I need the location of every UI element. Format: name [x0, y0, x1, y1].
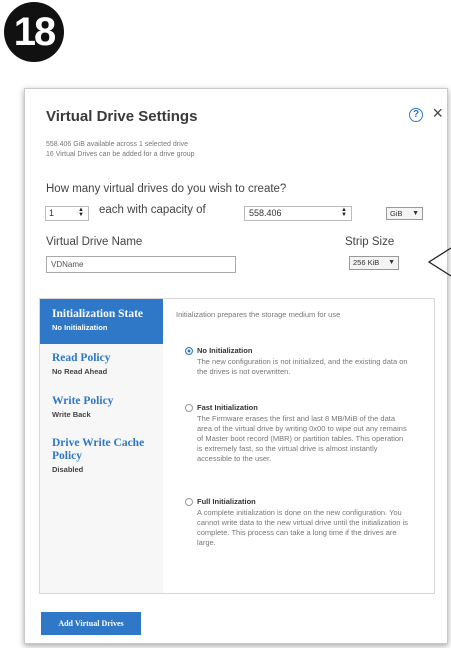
virtual-drive-name-input[interactable]: VDName	[46, 256, 236, 273]
virtual-drive-name-label: Virtual Drive Name	[46, 236, 143, 248]
option-title: Full Initialization	[197, 497, 256, 506]
drive-count-stepper[interactable]: ▲ ▼	[76, 207, 86, 219]
option-description: A complete initialization is done on the…	[197, 508, 408, 547]
step-number-badge: 18	[4, 2, 64, 62]
policy-tabs: Initialization State No Initialization R…	[40, 299, 163, 593]
tab-value: No Read Ahead	[52, 367, 108, 376]
initialization-content: Initialization prepares the storage medi…	[176, 309, 416, 547]
available-capacity-info: 558.406 GiB available across 1 selected …	[46, 141, 189, 148]
drive-count-question: How many virtual drives do you wish to c…	[46, 183, 287, 195]
capacity-label: each with capacity of	[99, 204, 206, 216]
chevron-down-icon: ▼	[412, 210, 419, 217]
option-description: The new configuration is not initialized…	[197, 357, 408, 376]
add-virtual-drives-button[interactable]: Add Virtual Drives	[41, 612, 141, 635]
tab-value: Write Back	[52, 410, 91, 419]
tab-value: Disabled	[52, 465, 84, 474]
capacity-input[interactable]: 558.406 ▲ ▼	[244, 206, 352, 221]
stepper-down-icon[interactable]: ▼	[339, 212, 349, 218]
help-icon[interactable]: ?	[409, 108, 423, 122]
radio-no-initialization[interactable]	[185, 347, 193, 355]
tab-value: No Initialization	[52, 323, 108, 332]
virtual-drive-settings-dialog: Virtual Drive Settings ? × 558.406 GiB a…	[24, 88, 448, 644]
callout-pointer-icon	[427, 247, 451, 277]
strip-selected-value: 256 KiB	[353, 258, 380, 267]
capacity-unit-select[interactable]: GiB ▼	[386, 207, 423, 220]
unit-selected-value: GiB	[390, 209, 403, 218]
radio-fast-initialization[interactable]	[185, 404, 193, 412]
close-icon[interactable]: ×	[432, 103, 443, 124]
option-title: Fast Initialization	[197, 403, 258, 412]
drive-count-value: 1	[49, 208, 55, 218]
option-title: No Initialization	[197, 346, 253, 355]
drive-count-input[interactable]: 1 ▲ ▼	[45, 206, 89, 221]
drive-count-info: 16 Virtual Drives can be added for a dri…	[46, 151, 195, 158]
tab-drive-write-cache-policy[interactable]: Drive Write Cache Policy Disabled	[40, 437, 163, 474]
capacity-stepper[interactable]: ▲ ▼	[339, 207, 349, 219]
capacity-value: 558.406	[249, 208, 282, 218]
tab-read-policy[interactable]: Read Policy No Read Ahead	[40, 352, 163, 376]
stepper-down-icon[interactable]: ▼	[76, 212, 86, 218]
tab-title: Write Policy	[52, 395, 114, 407]
option-description: The Firmware erases the first and last 8…	[197, 414, 407, 463]
chevron-down-icon: ▼	[388, 259, 395, 266]
tab-title: Read Policy	[52, 352, 111, 364]
radio-full-initialization[interactable]	[185, 498, 193, 506]
strip-size-select[interactable]: 256 KiB ▼	[349, 256, 399, 270]
strip-size-label: Strip Size	[345, 236, 395, 248]
tab-title: Initialization State	[52, 308, 144, 320]
policy-panel: Initialization State No Initialization R…	[39, 298, 435, 594]
tab-write-policy[interactable]: Write Policy Write Back	[40, 395, 163, 419]
dialog-title: Virtual Drive Settings	[46, 108, 198, 125]
tab-title: Drive Write Cache Policy	[52, 437, 145, 462]
initialization-intro: Initialization prepares the storage medi…	[176, 310, 341, 319]
tab-initialization-state[interactable]: Initialization State No Initialization	[40, 299, 163, 344]
